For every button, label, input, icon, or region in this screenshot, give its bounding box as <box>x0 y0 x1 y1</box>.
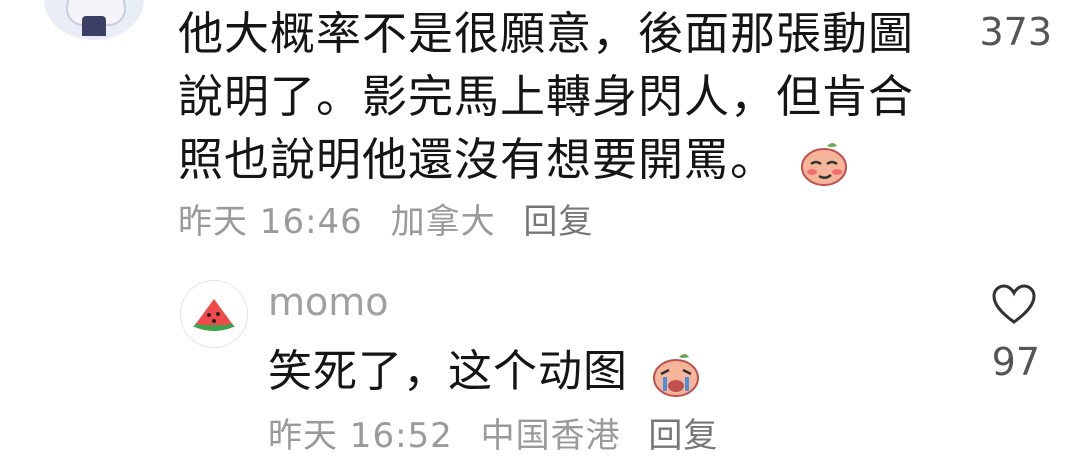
comment-location: 加拿大 <box>390 202 496 242</box>
comment-line-3-text: 照也說明他還沒有想要開罵。 <box>178 133 777 186</box>
comment-like-count[interactable]: 373 <box>960 10 1052 54</box>
commenter-avatar[interactable] <box>44 0 144 40</box>
reply-text: 笑死了，这个动图 <box>268 335 703 401</box>
avatar-collar-shape <box>82 16 106 36</box>
smirk-peach-emoji-icon <box>797 136 851 190</box>
comment-line-3: 照也說明他還沒有想要開罵。 <box>178 128 938 191</box>
comment-reply-button[interactable]: 回复 <box>523 202 593 242</box>
reply-text-content: 笑死了，这个动图 <box>268 346 628 397</box>
comment-line-2: 說明了。影完馬上轉身閃人，但肯合 <box>178 70 915 123</box>
reply-reply-button[interactable]: 回复 <box>648 416 718 456</box>
comment-time: 昨天 16:46 <box>178 202 363 242</box>
watermelon-icon <box>193 299 235 331</box>
reply-like-count[interactable]: 97 <box>960 340 1040 384</box>
reply-location: 中国香港 <box>480 416 621 456</box>
reply-time: 昨天 16:52 <box>268 416 453 456</box>
heart-like-icon[interactable] <box>990 282 1038 326</box>
reply-username[interactable]: momo <box>268 280 389 324</box>
comment-meta: 昨天 16:46 加拿大 回复 <box>178 194 609 243</box>
reply-avatar[interactable] <box>180 280 248 348</box>
comment-line-1: 他大概率不是很願意，後面那張動圖 <box>178 7 915 60</box>
reply-meta: 昨天 16:52 中国香港 回复 <box>268 408 734 457</box>
comment-text: 他大概率不是很願意，後面那張動圖 說明了。影完馬上轉身閃人，但肯合 照也說明他還… <box>178 2 938 191</box>
crying-laughing-peach-emoji-icon <box>649 347 703 401</box>
